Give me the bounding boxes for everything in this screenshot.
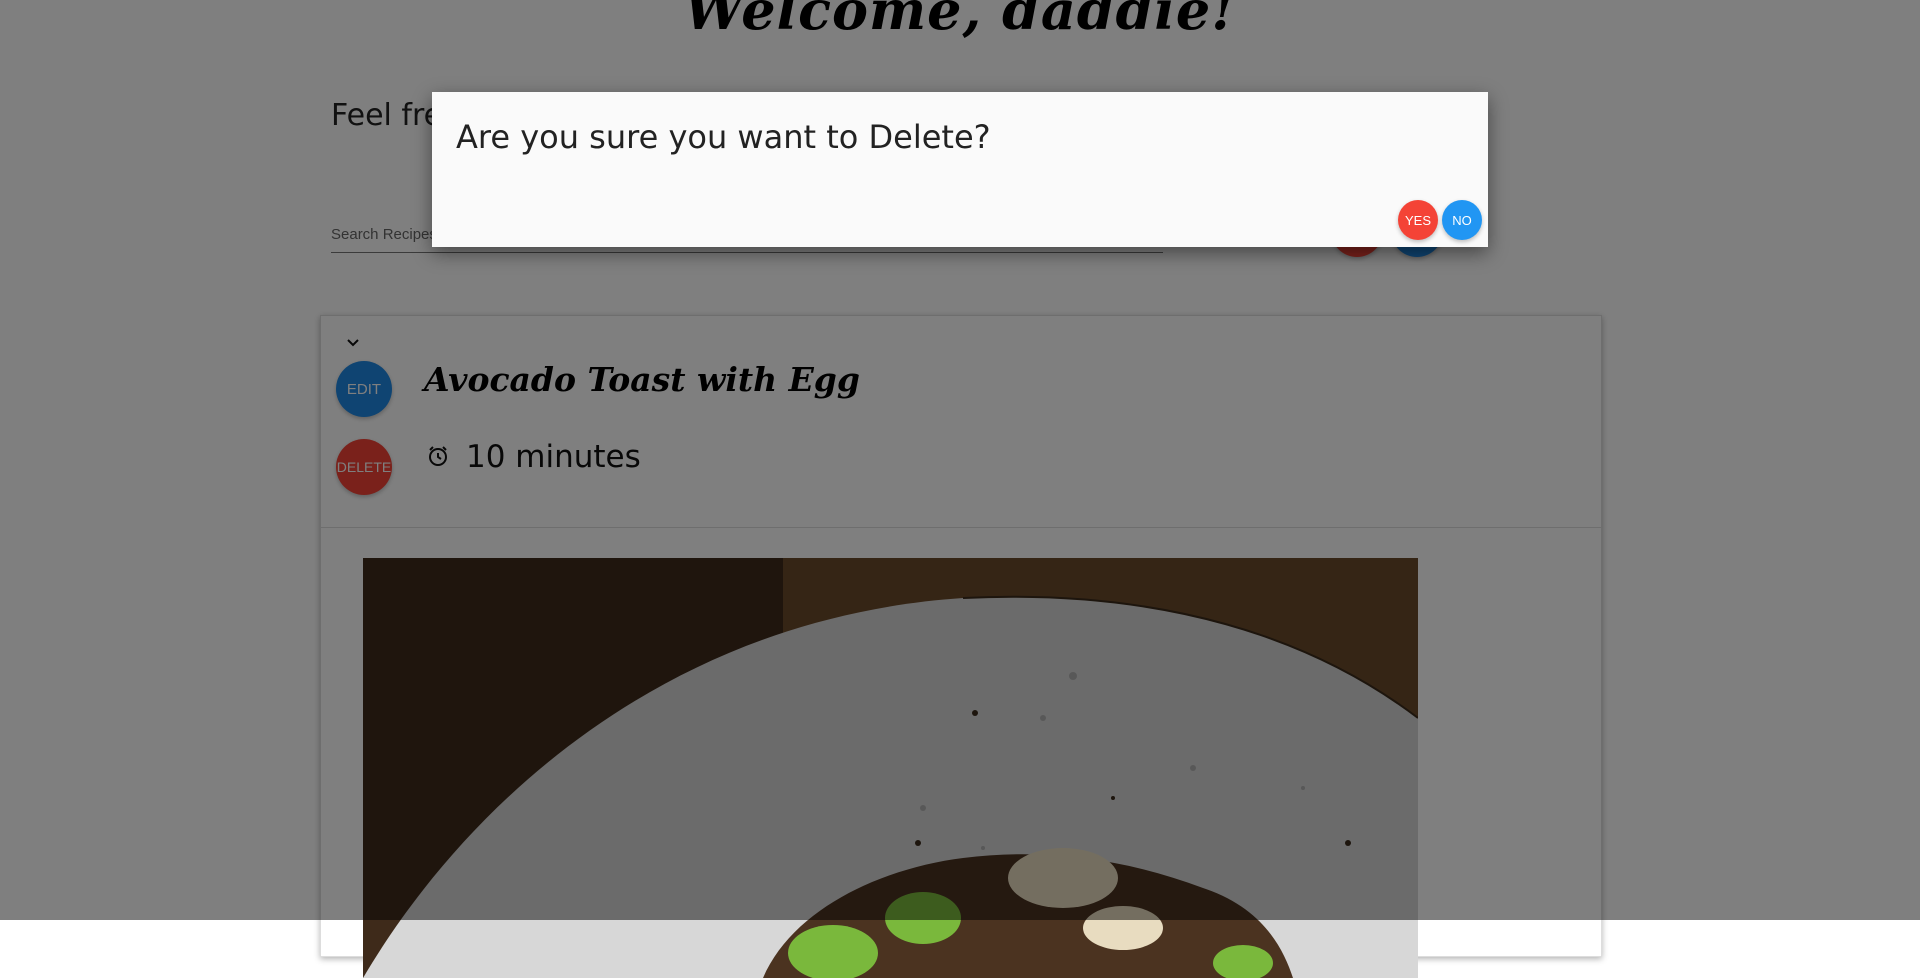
page: Welcome, daddie! Feel fre EDIT DELETE Av…: [0, 0, 1920, 978]
confirm-yes-button[interactable]: YES: [1398, 200, 1438, 240]
confirm-no-button[interactable]: NO: [1442, 200, 1482, 240]
delete-confirm-dialog: Are you sure you want to Delete? YES NO: [432, 92, 1488, 247]
dialog-message: Are you sure you want to Delete?: [456, 118, 991, 156]
